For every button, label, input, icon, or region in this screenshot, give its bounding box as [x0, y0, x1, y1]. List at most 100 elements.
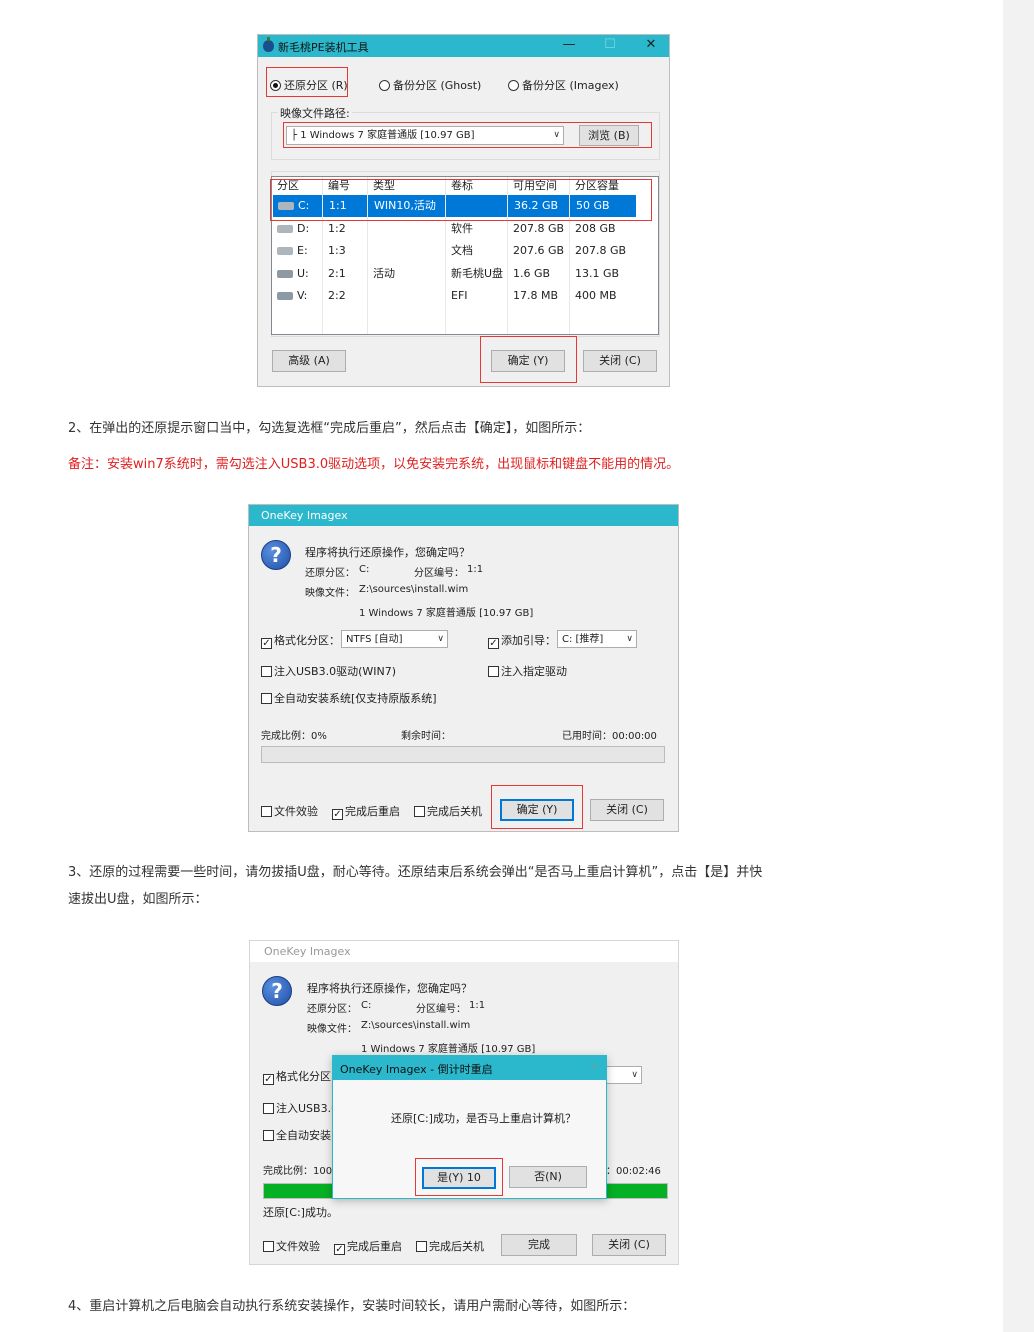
format-select[interactable]: NTFS [自动] ∨: [341, 630, 448, 648]
verify-checkbox[interactable]: 文件效验: [263, 1238, 320, 1254]
highlight-yes-button: [415, 1158, 503, 1196]
chevron-down-icon: ∨: [626, 634, 633, 644]
usb3-driver-checkbox[interactable]: 注入USB3.0: [263, 1100, 338, 1116]
usb3-driver-checkbox[interactable]: 注入USB3.0驱动(WIN7): [261, 663, 396, 679]
hard-drive-icon: [277, 224, 293, 233]
table-cell: EFI: [451, 289, 468, 302]
table-cell: 207.8 GB: [575, 244, 627, 257]
drive-letter: E:: [297, 244, 308, 257]
no-button[interactable]: 否(N): [509, 1166, 587, 1188]
drive-letter: U:: [297, 266, 309, 280]
table-cell: E:: [272, 240, 308, 262]
drive-letter: D:: [297, 221, 310, 235]
add-boot-checkbox[interactable]: ✓ 添加引导：: [488, 632, 556, 649]
chevron-down-icon: ∨: [437, 634, 444, 644]
dialog-titlebar: OneKey Imagex - 倒计时重启 ✕: [333, 1056, 606, 1080]
shutdown-checkbox[interactable]: 完成后关机: [416, 1238, 484, 1254]
table-cell: 400 MB: [575, 289, 617, 302]
partition-number-label: 分区编号：: [416, 1004, 466, 1015]
table-cell: V:: [272, 285, 307, 307]
close-dialog-button[interactable]: 关闭 (C): [590, 799, 664, 821]
restore-partition-label: 还原分区：: [305, 568, 355, 579]
window-titlebar-inactive: OneKey Imagex: [250, 941, 678, 962]
close-dialog-button[interactable]: 关闭 (C): [583, 350, 657, 372]
step-4-text: 4、重启计算机之后电脑会自动执行系统安装操作，安装时间较长，请用户需耐心等待，如…: [68, 1299, 636, 1314]
close-button[interactable]: ✕: [640, 37, 662, 52]
checkmark-icon: ✓: [332, 809, 343, 820]
step-3-text-line2: 速拔出U盘，如图所示：: [68, 892, 208, 907]
table-row[interactable]: V: 2:2 EFI 17.8 MB 400 MB: [272, 285, 658, 307]
elapsed-time-label: ：00:02:46: [606, 1166, 661, 1177]
dialog-title: OneKey Imagex - 倒计时重启: [340, 1063, 493, 1076]
table-cell: 207.6 GB: [513, 244, 565, 257]
highlight-ok-button: [491, 785, 583, 829]
window-title: OneKey Imagex: [261, 509, 348, 522]
image-file-value: Z:\sources\install.wim: [359, 584, 469, 595]
image-version: 1 Windows 7 家庭普通版 [10.97 GB]: [359, 608, 534, 619]
partition-number-value: 1:1: [467, 564, 484, 575]
checkmark-icon: ✓: [261, 638, 272, 649]
window-title: 新毛桃PE装机工具: [278, 41, 369, 54]
checkmark-icon: ✓: [488, 638, 499, 649]
partition-number-label: 分区编号：: [414, 568, 464, 579]
restore-partition-value: C:: [359, 564, 370, 575]
restore-status: 还原[C:]成功。: [263, 1206, 338, 1219]
table-cell: 文档: [451, 244, 473, 257]
maximize-button[interactable]: ☐: [599, 37, 621, 52]
auto-install-checkbox[interactable]: 全自动安装系统[仅支持原版系统]: [261, 690, 437, 706]
reboot-countdown-dialog: OneKey Imagex - 倒计时重启 ✕ 还原[C:]成功，是否马上重启计…: [332, 1055, 607, 1199]
close-dialog-button[interactable]: 关闭 (C): [592, 1234, 666, 1256]
chevron-down-icon: ∨: [631, 1070, 638, 1080]
table-cell: [368, 240, 373, 262]
drive-letter: V:: [297, 289, 308, 302]
boot-select[interactable]: C: [推荐] ∨: [557, 630, 637, 648]
step-3-text-line1: 3、还原的过程需要一些时间，请勿拔插U盘，耐心等待。还原结束后系统会弹出“是否马…: [68, 865, 763, 880]
dialog-message: 还原[C:]成功，是否马上重启计算机？: [391, 1112, 576, 1125]
radio-empty-icon: [508, 80, 519, 91]
onekey-imagex-window: OneKey Imagex ? 程序将执行还原操作，您确定吗？ 还原分区： C:…: [248, 504, 679, 832]
usb-drive-icon: [277, 269, 293, 278]
restore-partition-value: C:: [361, 1000, 372, 1011]
table-row[interactable]: U: 2:1 活动 新毛桃U盘 1.6 GB 13.1 GB: [272, 263, 658, 285]
inject-driver-checkbox[interactable]: 注入指定驱动: [488, 663, 567, 679]
radio-backup-ghost[interactable]: 备份分区 (Ghost): [379, 77, 481, 93]
verify-checkbox[interactable]: 文件效验: [261, 803, 318, 819]
usb-drive-icon: [277, 292, 293, 300]
progress-label: 完成比例：0%: [261, 731, 327, 742]
step-2-text: 2、在弹出的还原提示窗口当中，勾选复选框“完成后重启”，然后点击【确定】，如图所…: [68, 421, 591, 436]
highlight-ok-button: [480, 336, 577, 383]
table-cell: 13.1 GB: [575, 266, 620, 280]
progress-bar: [261, 746, 665, 763]
pe-install-tool-window: 新毛桃PE装机工具 — ☐ ✕ 还原分区 (R) 备份分区 (Ghost) 备份…: [257, 34, 670, 387]
window-title: OneKey Imagex: [264, 945, 351, 958]
reboot-checkbox[interactable]: ✓ 完成后重启: [334, 1238, 402, 1255]
partition-number-value: 1:1: [469, 1000, 486, 1011]
auto-install-checkbox[interactable]: 全自动安装: [263, 1127, 331, 1143]
radio-empty-icon: [379, 80, 390, 91]
table-cell: U:: [272, 263, 309, 285]
highlight-restore-radio: [266, 67, 348, 97]
image-file-label: 映像文件：: [307, 1024, 357, 1035]
table-cell: 1.6 GB: [513, 266, 551, 280]
peach-app-icon: [263, 37, 274, 52]
question-text: 程序将执行还原操作，您确定吗？: [305, 546, 470, 559]
format-partition-checkbox[interactable]: ✓ 格式化分区：: [261, 632, 340, 649]
radio-backup-imagex[interactable]: 备份分区 (Imagex): [508, 77, 619, 93]
remaining-time-label: 剩余时间：: [401, 731, 451, 742]
finish-button[interactable]: 完成: [501, 1234, 577, 1256]
format-partition-checkbox[interactable]: ✓ 格式化分区: [263, 1068, 331, 1085]
checkmark-icon: ✓: [263, 1074, 274, 1085]
table-cell: 2:1: [328, 266, 346, 280]
question-icon: ?: [261, 540, 291, 570]
table-cell: 2:2: [328, 289, 346, 302]
advanced-button[interactable]: 高级 (A): [272, 350, 346, 372]
reboot-checkbox[interactable]: ✓ 完成后重启: [332, 803, 400, 820]
image-file-value: Z:\sources\install.wim: [361, 1020, 471, 1031]
shutdown-checkbox[interactable]: 完成后关机: [414, 803, 482, 819]
minimize-button[interactable]: —: [558, 37, 580, 52]
dialog-close-button[interactable]: ✕: [589, 1060, 599, 1074]
table-cell: 17.8 MB: [513, 289, 559, 302]
image-path-label: 映像文件路径:: [278, 105, 352, 121]
table-row[interactable]: E: 1:3 文档 207.6 GB 207.8 GB: [272, 240, 658, 262]
image-version: 1 Windows 7 家庭普通版 [10.97 GB]: [361, 1044, 536, 1055]
